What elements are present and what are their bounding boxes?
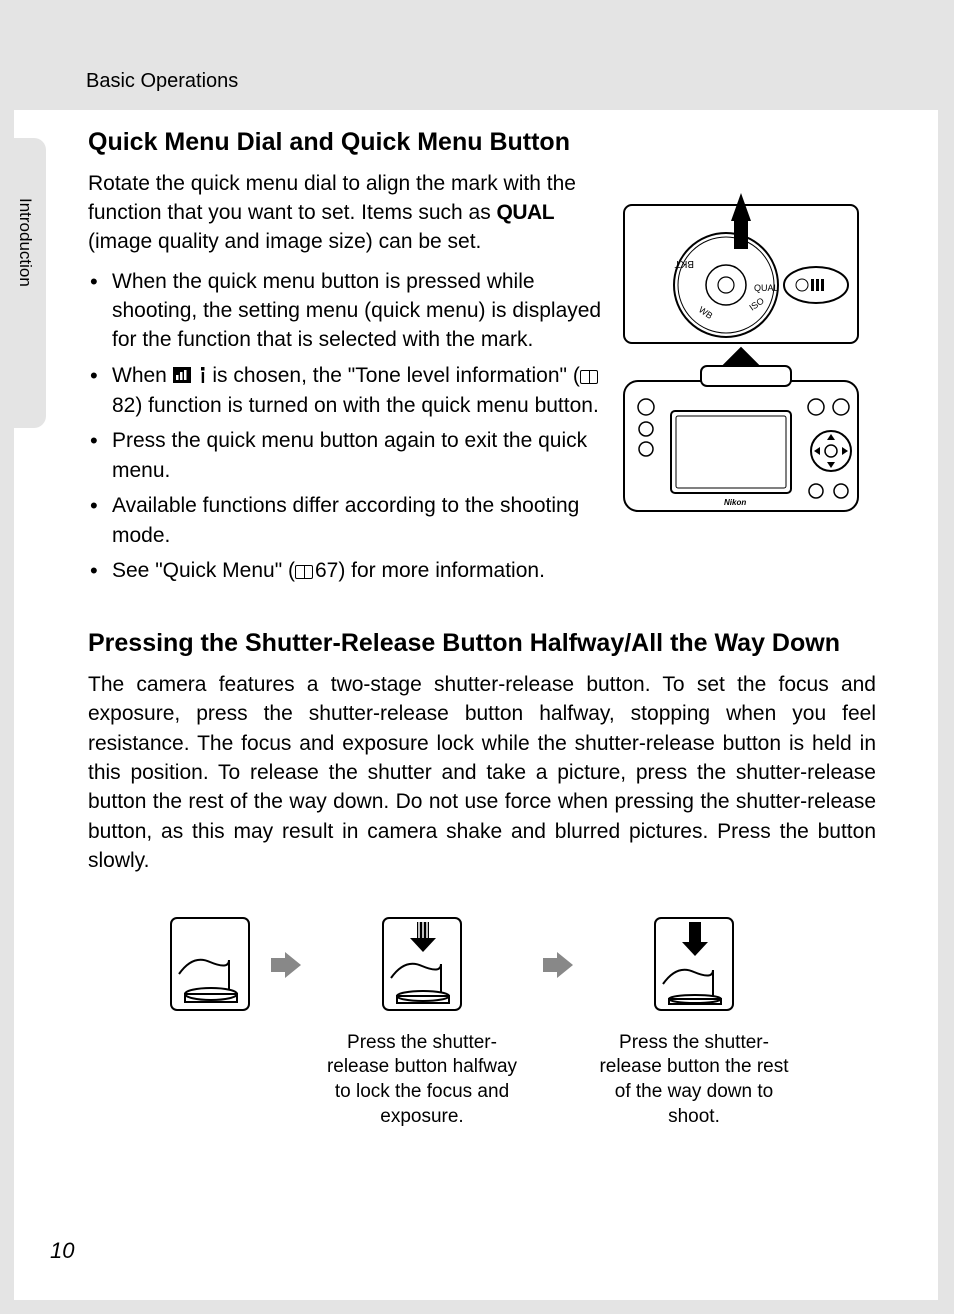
book-icon	[580, 370, 598, 384]
diagram-full-press: Press the shutter-release button the res…	[589, 912, 799, 1130]
bullet-3: Press the quick menu button again to exi…	[112, 426, 604, 485]
b2-prefix: When	[112, 364, 173, 387]
b2-ref: 82	[112, 394, 135, 417]
shutter-paragraph: The camera features a two-stage shutter-…	[88, 670, 876, 876]
bullet-list: When the quick menu button is pressed wh…	[88, 267, 604, 586]
camera-diagram-column: BKT QUAL WB ISO	[616, 169, 876, 592]
intro-suffix: (image quality and image size) can be se…	[88, 230, 481, 253]
diagram-halfway: Press the shutter-release button halfway…	[317, 912, 527, 1130]
b5-prefix: See "Quick Menu" (	[112, 559, 295, 582]
caption-halfway: Press the shutter-release button halfway…	[317, 1031, 527, 1130]
qual-icon: QUAL	[497, 201, 555, 224]
page-number: 10	[50, 1238, 74, 1264]
svg-text:BKT: BKT	[675, 258, 694, 269]
arrow-right-icon	[543, 952, 573, 983]
book-icon	[295, 565, 313, 579]
bullet-4: Available functions differ according to …	[112, 491, 604, 550]
intro-paragraph: Rotate the quick menu dial to align the …	[88, 169, 604, 257]
heading-quick-menu: Quick Menu Dial and Quick Menu Button	[88, 126, 876, 159]
caption-full: Press the shutter-release button the res…	[589, 1031, 799, 1130]
diagram-initial	[165, 912, 255, 1021]
finger-half-press-icon	[377, 912, 467, 1016]
b2-suffix: ) function is turned on with the quick m…	[135, 394, 598, 417]
heading-shutter: Pressing the Shutter-Release Button Half…	[88, 627, 876, 660]
b5-ref: 67	[315, 559, 338, 582]
bullet-1: When the quick menu button is pressed wh…	[112, 267, 604, 355]
finger-full-press-icon	[649, 912, 739, 1016]
shutter-diagram-row: Press the shutter-release button halfway…	[88, 912, 876, 1130]
svg-text:Nikon: Nikon	[724, 498, 746, 507]
manual-page: Basic Operations Introduction Quick Menu…	[14, 10, 938, 1300]
bullet-5: See "Quick Menu" ( 67) for more informati…	[112, 556, 604, 585]
svg-text:WB: WB	[697, 304, 715, 321]
svg-text:QUAL: QUAL	[754, 283, 779, 293]
tone-level-icon	[173, 362, 207, 391]
bullet-2: When	[112, 361, 604, 421]
section-2: Pressing the Shutter-Release Button Half…	[88, 627, 876, 1129]
b5-suffix: ) for more information.	[338, 559, 545, 582]
arrow-right-icon	[271, 952, 301, 983]
finger-rest-icon	[165, 912, 255, 1016]
b2-mid: is chosen, the "Tone level information" …	[212, 364, 579, 387]
section-1-text: Rotate the quick menu dial to align the …	[88, 169, 616, 592]
svg-text:ISO: ISO	[747, 295, 765, 312]
camera-dial-diagram: BKT QUAL WB ISO	[616, 191, 866, 521]
page-content: Quick Menu Dial and Quick Menu Button Ro…	[14, 56, 938, 1129]
section-1-columns: Rotate the quick menu dial to align the …	[88, 169, 876, 592]
